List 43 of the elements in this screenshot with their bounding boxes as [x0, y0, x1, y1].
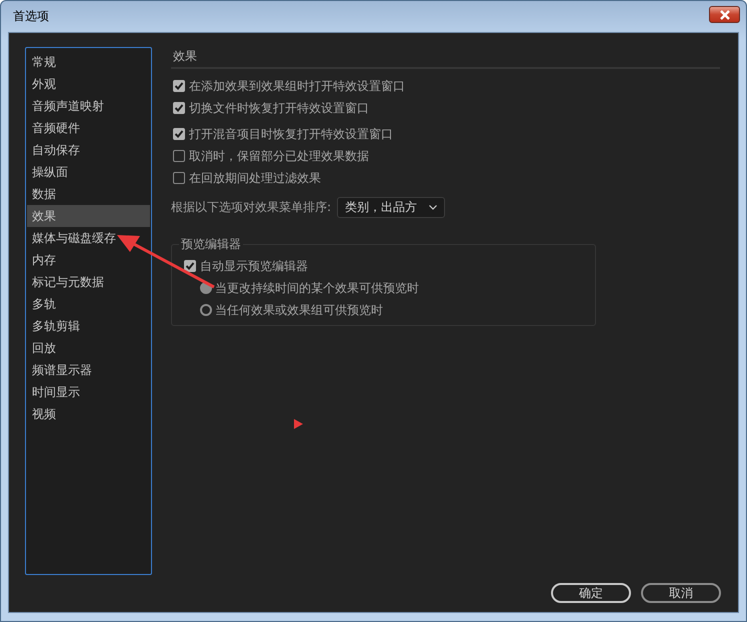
sidebar-item[interactable]: 自动保存 [27, 139, 150, 161]
ok-button[interactable]: 确定 [551, 583, 631, 603]
sidebar-item[interactable]: 时间显示 [27, 381, 150, 403]
cancel-button[interactable]: 取消 [641, 583, 721, 603]
checkbox[interactable] [184, 260, 196, 272]
sidebar-item[interactable]: 媒体与磁盘缓存 [27, 227, 150, 249]
radio-label: 当任何效果或效果组可供预览时 [215, 302, 383, 318]
sidebar-item[interactable]: 音频硬件 [27, 117, 150, 139]
checkbox-label: 自动显示预览编辑器 [200, 258, 308, 274]
checkbox-label: 在添加效果到效果组时打开特效设置窗口 [189, 78, 405, 94]
sidebar-item[interactable]: 数据 [27, 183, 150, 205]
checkbox-label: 取消时，保留部分已处理效果数据 [189, 148, 369, 164]
sidebar-item[interactable]: 多轨剪辑 [27, 315, 150, 337]
radio-label: 当更改持续时间的某个效果可供预览时 [215, 280, 419, 296]
checkbox[interactable] [173, 172, 185, 184]
checkbox[interactable] [173, 80, 185, 92]
sidebar-item[interactable]: 标记与元数据 [27, 271, 150, 293]
sidebar-item[interactable]: 音频声道映射 [27, 95, 150, 117]
sidebar-item[interactable]: 外观 [27, 73, 150, 95]
sort-label: 根据以下选项对效果菜单排序: [171, 199, 332, 216]
sort-dropdown[interactable]: 类别，出品方 [337, 197, 446, 218]
window-title: 首选项 [12, 8, 49, 25]
close-icon [718, 10, 732, 20]
checkbox-label: 打开混音项目时恢复打开特效设置窗口 [189, 126, 393, 142]
sidebar-item[interactable]: 回放 [27, 337, 150, 359]
sidebar-item[interactable]: 视频 [27, 403, 150, 425]
sidebar-item[interactable]: 内存 [27, 249, 150, 271]
sidebar-item[interactable]: 多轨 [27, 293, 150, 315]
checkbox-label: 切换文件时恢复打开特效设置窗口 [189, 100, 369, 116]
play-icon [294, 419, 303, 429]
checkbox[interactable] [173, 102, 185, 114]
group-title: 预览编辑器 [179, 236, 243, 253]
sidebar-item[interactable]: 频谱显示器 [27, 359, 150, 381]
radio-button[interactable] [200, 304, 212, 316]
caret-icon [429, 205, 438, 210]
checkbox-label: 在回放期间处理过滤效果 [189, 170, 321, 186]
checkbox[interactable] [173, 150, 185, 162]
sidebar-item[interactable]: 效果 [27, 205, 150, 227]
section-title: 效果 [171, 47, 720, 69]
close-button[interactable] [709, 6, 740, 23]
sidebar-item[interactable]: 常规 [27, 51, 150, 73]
sidebar-item[interactable]: 操纵面 [27, 161, 150, 183]
checkbox[interactable] [173, 128, 185, 140]
